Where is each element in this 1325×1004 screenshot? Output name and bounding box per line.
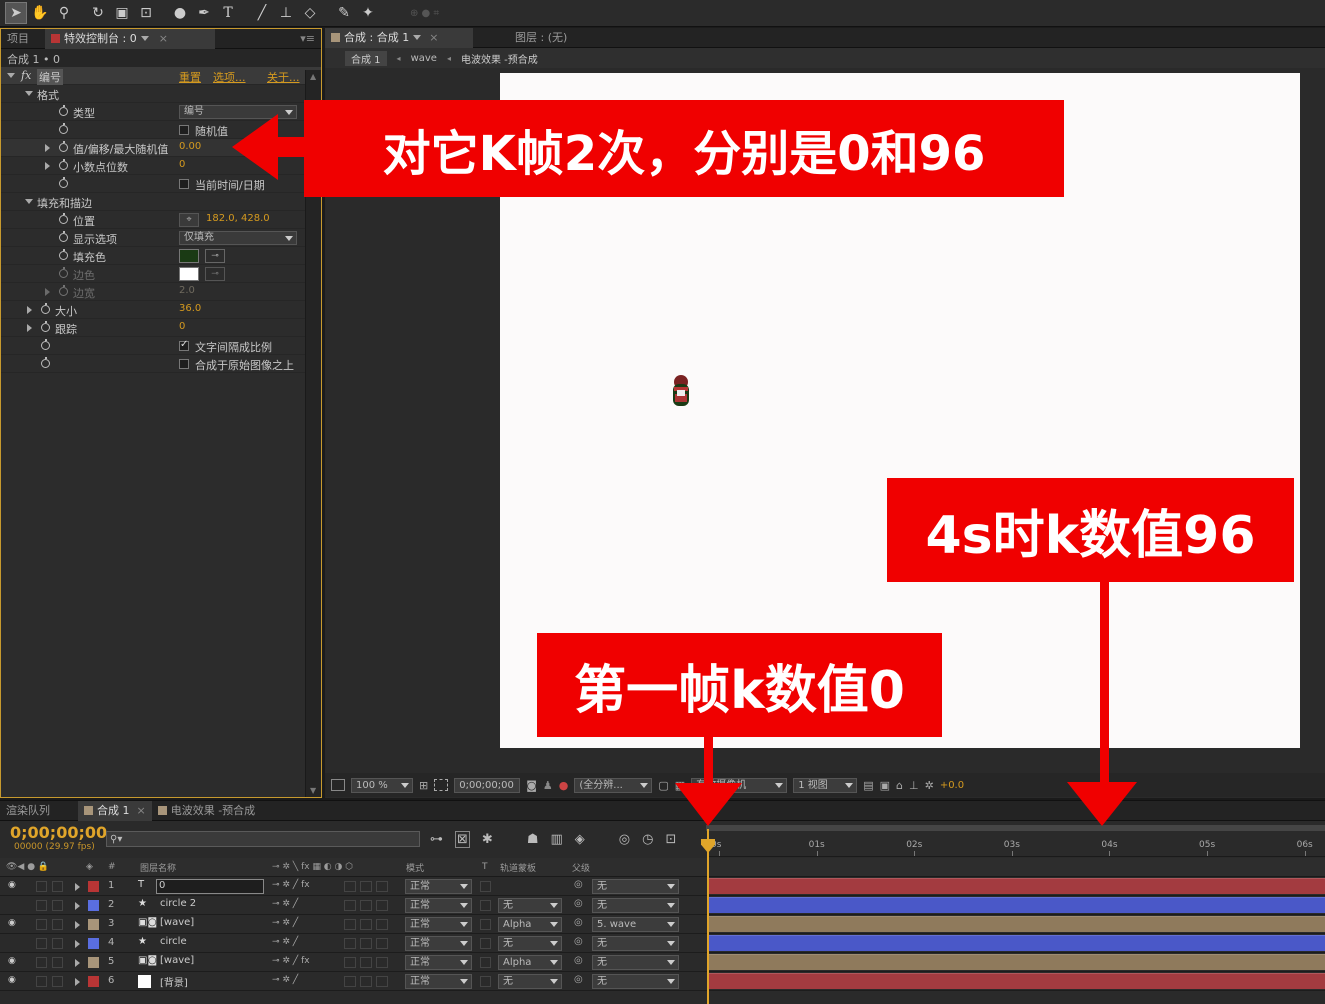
annotation-arrows xyxy=(232,114,1137,826)
arrow-down-icon xyxy=(1067,782,1137,826)
arrow-down-icon xyxy=(675,783,742,826)
arrow-left-icon xyxy=(232,114,305,180)
